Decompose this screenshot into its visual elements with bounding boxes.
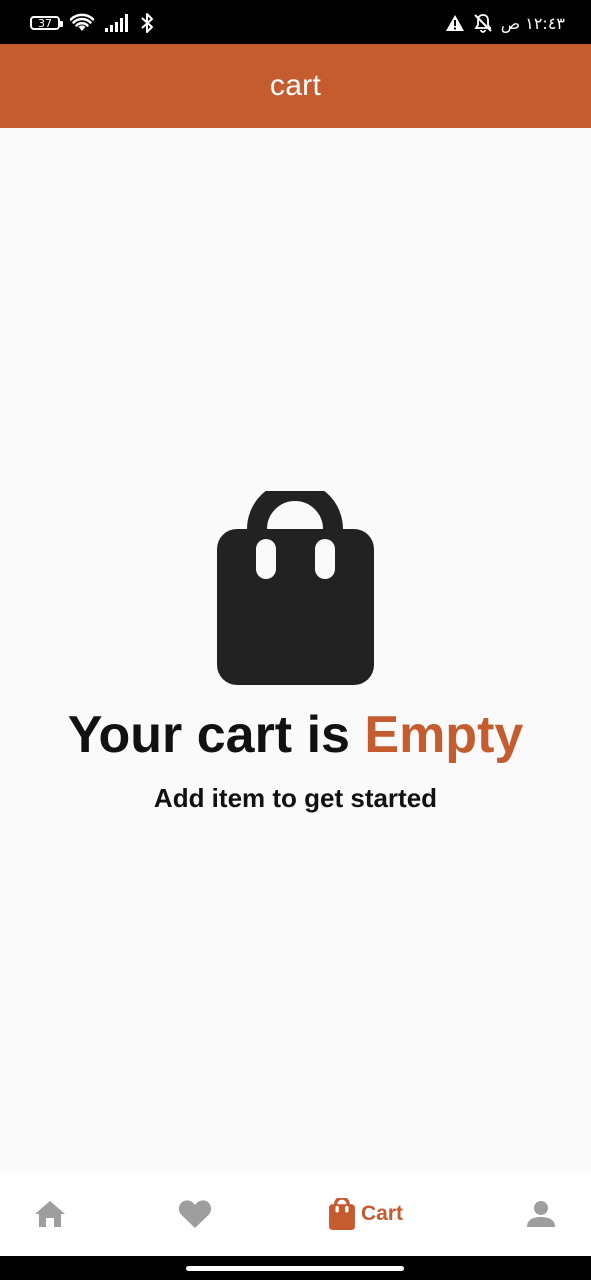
app-bar: cart xyxy=(0,44,591,128)
bottom-nav: Cart xyxy=(0,1172,591,1256)
nav-item-favorites[interactable] xyxy=(165,1172,225,1256)
shopping-bag-icon xyxy=(329,1198,355,1230)
shopping-bag-icon xyxy=(217,491,374,685)
nav-item-profile[interactable] xyxy=(511,1172,571,1256)
headline-prefix: Your cart is xyxy=(67,706,365,764)
battery-icon: 37 xyxy=(30,16,63,30)
status-bar: 37 ١٢:٤٣ ص xyxy=(0,0,591,44)
nav-item-cart[interactable]: Cart xyxy=(316,1172,416,1256)
heart-icon xyxy=(178,1200,212,1228)
battery-level: 37 xyxy=(38,16,52,30)
wifi-icon xyxy=(70,13,94,31)
home-gesture-handle[interactable] xyxy=(186,1266,404,1271)
headline-accent: Empty xyxy=(364,706,524,764)
nav-item-home[interactable] xyxy=(20,1172,80,1256)
status-left-icons: 37 xyxy=(30,12,154,34)
notifications-muted-icon xyxy=(474,14,492,33)
status-time: ١٢:٤٣ ص xyxy=(500,13,565,33)
signal-icon xyxy=(105,14,128,32)
home-icon xyxy=(35,1201,65,1227)
empty-cart-subtitle: Add item to get started xyxy=(153,783,438,813)
bluetooth-icon xyxy=(141,13,153,33)
empty-cart-view: Your cart is Empty Add item to get start… xyxy=(0,128,591,1172)
system-gesture-bar xyxy=(0,1256,591,1280)
nav-item-cart-label: Cart xyxy=(360,1202,403,1225)
person-icon xyxy=(527,1201,555,1227)
empty-cart-headline: Your cart is Empty xyxy=(0,704,591,766)
page-title: cart xyxy=(269,69,322,102)
status-right-icons: ١٢:٤٣ ص xyxy=(445,12,565,34)
warning-icon xyxy=(445,15,464,31)
